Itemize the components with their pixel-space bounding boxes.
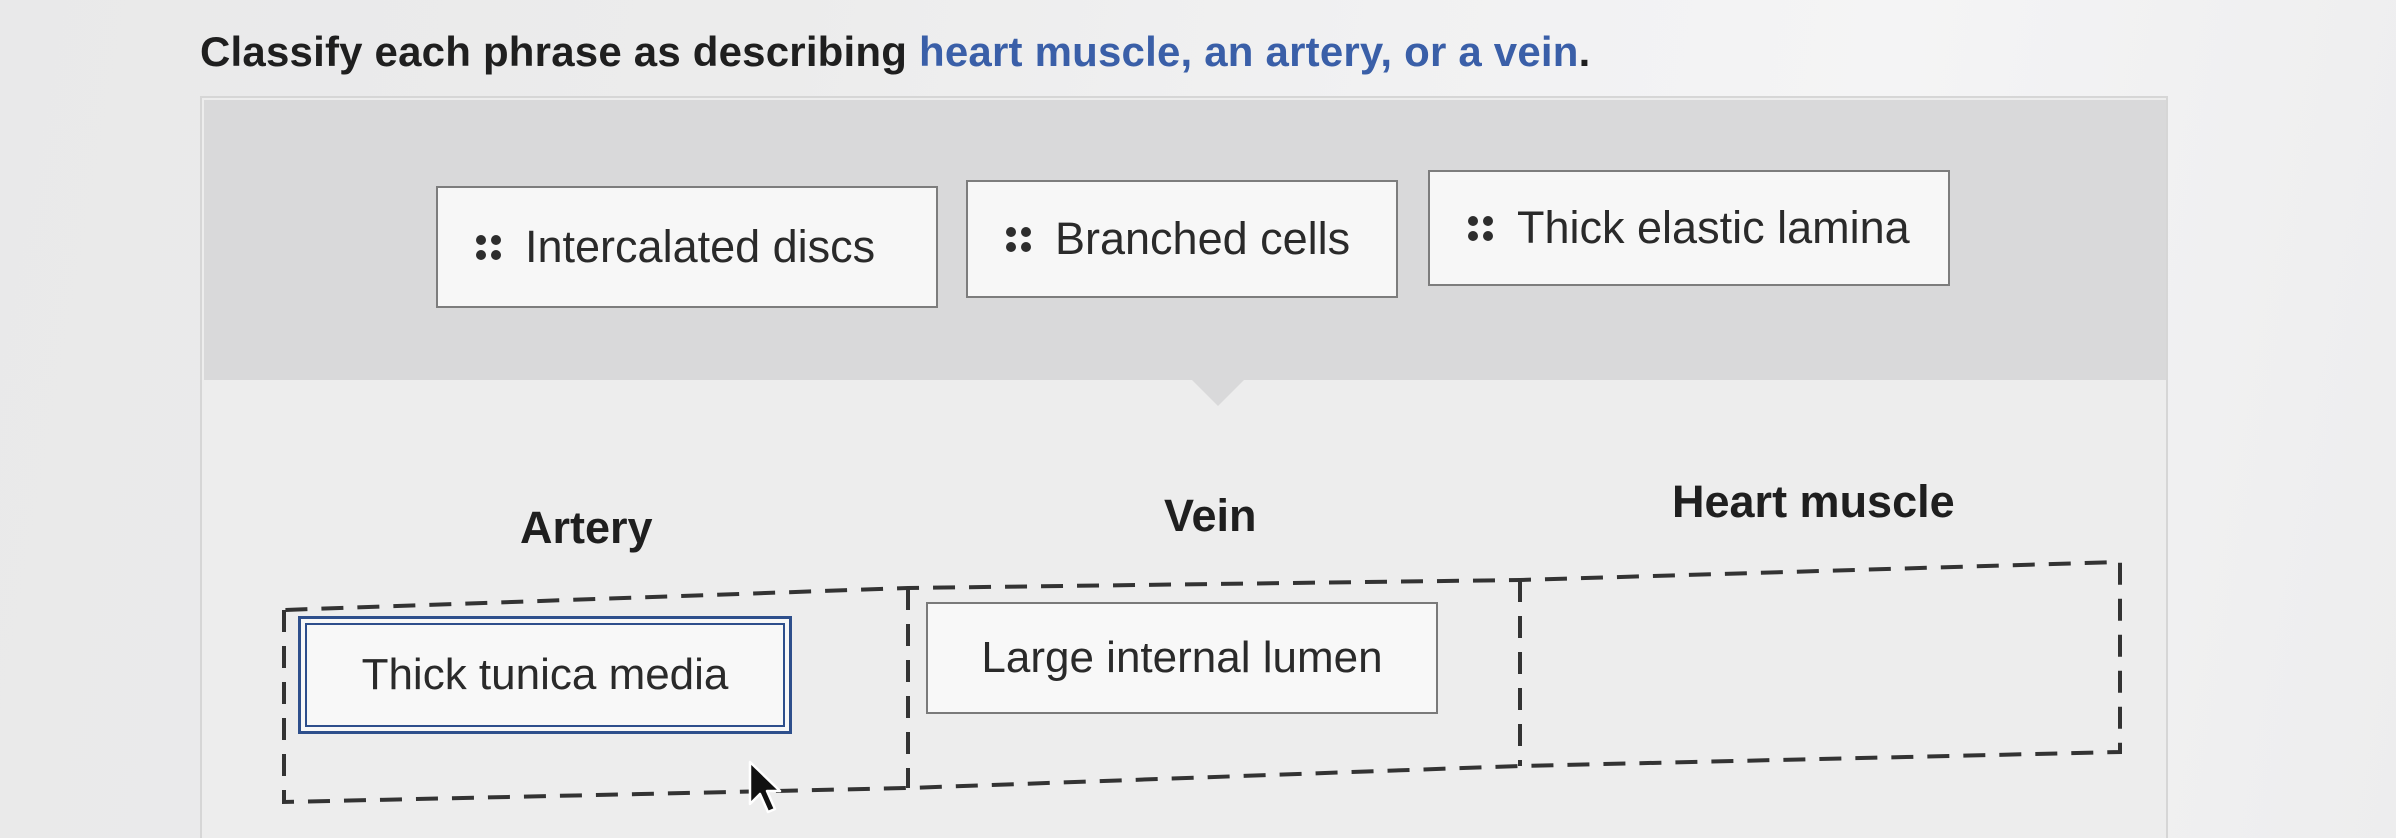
drop-zone-heart-muscle[interactable] [1524, 566, 2120, 778]
placed-item-large-internal-lumen[interactable]: Large internal lumen [926, 602, 1438, 714]
mouse-pointer-icon [748, 760, 782, 814]
placed-item-thick-tunica-media[interactable]: Thick tunica media [298, 616, 792, 734]
